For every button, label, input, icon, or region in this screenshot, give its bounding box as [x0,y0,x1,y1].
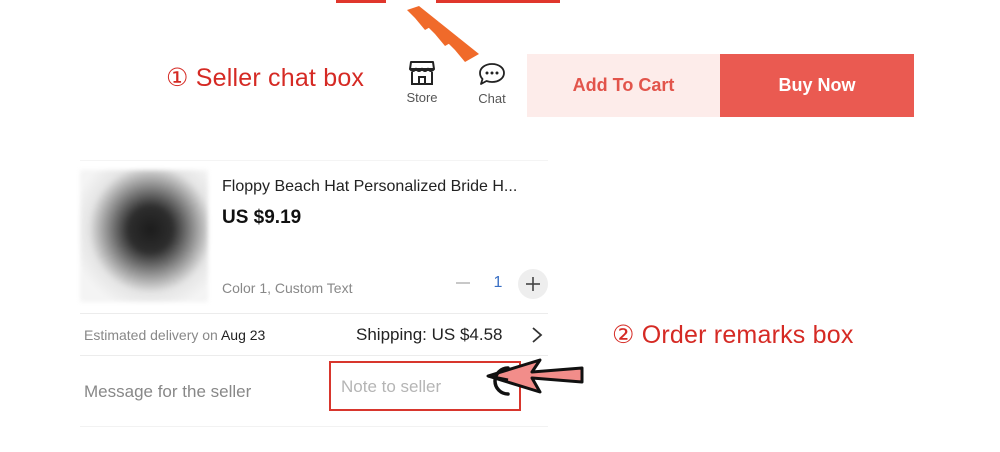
product-variant[interactable]: Color 1, Custom Text [222,280,352,296]
product-top-divider [80,160,548,161]
quantity-value[interactable]: 1 [488,274,508,292]
chat-label: Chat [478,91,506,106]
quantity-decrease-button[interactable] [452,272,474,294]
chevron-right-icon [532,327,543,343]
message-divider [80,426,548,427]
delivery-date: Aug 23 [220,327,266,343]
annotation-seller-chat: ① Seller chat box [166,64,365,92]
annotation-order-remarks: ② Order remarks box [612,321,854,349]
plus-icon [526,277,540,291]
chat-button[interactable]: Chat [464,61,520,106]
add-to-cart-button[interactable]: Add To Cart [527,54,720,117]
delivery-prefix: Estimated delivery on [84,327,218,343]
product-price: US $9.19 [222,207,302,228]
delivery-divider [80,355,548,356]
quantity-increase-button[interactable] [518,269,548,299]
minus-icon [456,282,470,284]
product-bottom-divider [80,313,548,314]
note-to-seller-input[interactable] [341,377,491,397]
store-icon [409,61,435,85]
buy-now-button[interactable]: Buy Now [720,54,914,117]
shipping-cost[interactable]: Shipping: US $4.58 [356,325,503,345]
store-label: Store [406,90,438,105]
product-title[interactable]: Floppy Beach Hat Personalized Bride H... [222,178,517,196]
arrow-pointer-icon [486,358,584,396]
estimated-delivery: Estimated delivery on Aug 23 [84,327,265,343]
top-underline-left [336,0,386,3]
message-seller-label: Message for the seller [84,382,252,401]
store-button[interactable]: Store [394,60,450,105]
chat-icon [479,63,505,85]
product-thumbnail[interactable] [80,170,208,302]
